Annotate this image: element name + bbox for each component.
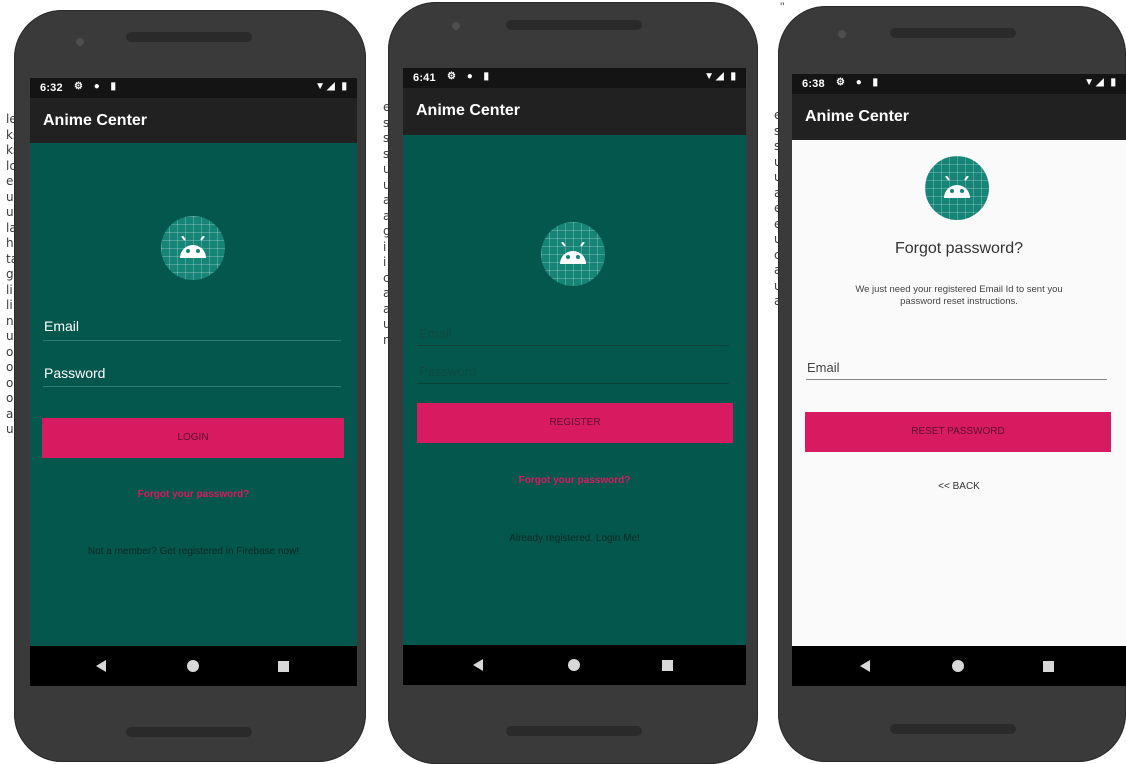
back-triangle-icon[interactable] (860, 660, 870, 672)
email-underline (43, 340, 341, 341)
forgot-password-content: Forgot password? We just need your regis… (792, 140, 1126, 646)
back-triangle-icon[interactable] (473, 659, 483, 671)
navigation-bar (792, 646, 1126, 686)
app-bar: Anime Center (30, 98, 357, 143)
phone-frame-register: 6:41 ⚙ ● ▮ ▼◢ ▮ Anime Center Email Passw… (388, 2, 758, 764)
status-bar: 6:32 ⚙ ● ▮ ▼◢ ▮ (30, 78, 357, 98)
register-button[interactable]: REGISTER (417, 403, 733, 443)
status-time: 6:41 (413, 72, 436, 84)
status-notification-icons: ⚙ ● ▮ (447, 71, 494, 82)
earpiece-speaker (506, 20, 642, 30)
forgot-password-heading: Forgot password? (894, 240, 1024, 257)
email-underline (417, 345, 729, 346)
status-signal-battery-icons: ▼◢ ▮ (315, 81, 349, 92)
bottom-speaker (890, 724, 1016, 734)
status-notification-icons: ⚙ ● ▮ (74, 81, 121, 92)
navigation-bar (403, 645, 746, 685)
home-circle-icon[interactable] (568, 659, 580, 671)
front-camera (452, 22, 460, 30)
home-circle-icon[interactable] (187, 660, 199, 672)
reset-password-button[interactable]: RESET PASSWORD (805, 412, 1111, 452)
app-bar: Anime Center (403, 88, 746, 135)
status-bar: 6:38 ⚙ ● ▮ ▼◢ ▮ (792, 74, 1126, 94)
android-logo-icon (541, 222, 605, 286)
instructions-line-2: password reset instructions. (900, 296, 1018, 307)
android-logo-icon (161, 216, 225, 280)
password-field[interactable]: Password (44, 365, 105, 381)
instructions-line-1: We just need your registered Email Id to… (855, 284, 1063, 295)
recents-square-icon[interactable] (278, 661, 289, 672)
navigation-bar (30, 646, 357, 686)
app-bar: Anime Center (792, 94, 1126, 140)
password-input[interactable]: Password (419, 364, 476, 379)
screen-register: 6:41 ⚙ ● ▮ ▼◢ ▮ Anime Center Email Passw… (403, 68, 746, 685)
front-camera (838, 30, 846, 38)
back-link[interactable]: << BACK (792, 481, 1126, 492)
forgot-password-link[interactable]: Forgot your password? (403, 475, 746, 486)
front-camera (76, 38, 84, 46)
screen-forgot-password: 6:38 ⚙ ● ▮ ▼◢ ▮ Anime Center Forgot pass… (792, 74, 1126, 686)
back-triangle-icon[interactable] (96, 660, 106, 672)
status-time: 6:32 (40, 82, 63, 94)
phone-frame-forgot-password: 6:38 ⚙ ● ▮ ▼◢ ▮ Anime Center Forgot pass… (778, 6, 1126, 762)
status-bar: 6:41 ⚙ ● ▮ ▼◢ ▮ (403, 68, 746, 88)
login-content: Email Password LOGIN Forgot your passwor… (30, 143, 357, 646)
bottom-speaker (506, 726, 642, 736)
status-signal-battery-icons: ▼◢ ▮ (1084, 77, 1118, 88)
status-signal-battery-icons: ▼◢ ▮ (704, 71, 738, 82)
status-notification-icons: ⚙ ● ▮ (836, 77, 883, 88)
bottom-speaker (126, 727, 252, 737)
register-content: Email Password REGISTER Forgot your pass… (403, 135, 746, 645)
android-logo-icon (925, 156, 989, 220)
earpiece-speaker (890, 28, 1016, 38)
home-circle-icon[interactable] (952, 660, 964, 672)
login-link[interactable]: Already registered. Login Me! (403, 533, 746, 544)
recents-square-icon[interactable] (1043, 661, 1054, 672)
password-underline (43, 386, 341, 387)
login-button[interactable]: LOGIN (42, 418, 344, 458)
email-input[interactable]: Email (807, 360, 840, 375)
screen-login: 6:32 ⚙ ● ▮ ▼◢ ▮ Anime Center Email Passw… (30, 78, 357, 686)
background-dots: '' (780, 0, 785, 14)
register-link[interactable]: Not a member? Get registered in Firebase… (30, 546, 357, 557)
phone-frame-login: 6:32 ⚙ ● ▮ ▼◢ ▮ Anime Center Email Passw… (14, 10, 366, 762)
email-input[interactable]: Email (419, 326, 452, 341)
app-title: Anime Center (43, 112, 148, 129)
email-underline (806, 379, 1107, 380)
password-underline (417, 383, 729, 384)
email-field[interactable]: Email (44, 318, 79, 334)
forgot-password-link[interactable]: Forgot your password? (30, 489, 357, 500)
app-title: Anime Center (805, 108, 910, 125)
earpiece-speaker (126, 32, 252, 42)
recents-square-icon[interactable] (662, 660, 673, 671)
status-time: 6:38 (802, 78, 825, 90)
app-title: Anime Center (416, 102, 521, 119)
